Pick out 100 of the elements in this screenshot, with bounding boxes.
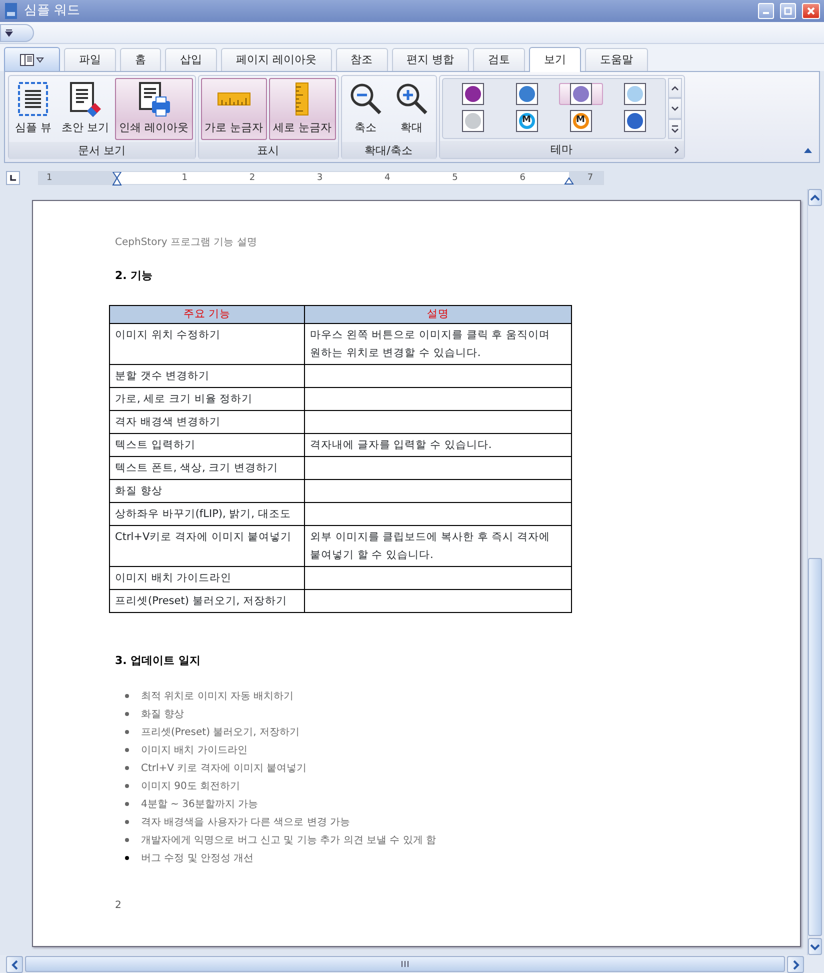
table-cell: 프리셋(Preset) 불러오기, 저장하기 [110, 589, 304, 612]
bullet-icon [125, 820, 129, 824]
ruler-number: 1 [182, 172, 188, 185]
theme-swatch: M [572, 112, 588, 128]
maximize-icon [784, 7, 792, 15]
ribbon-tab[interactable]: 페이지 레이아웃 [221, 48, 332, 71]
close-icon [807, 7, 815, 15]
bullet-icon [125, 748, 129, 752]
table-cell: Ctrl+V키로 격자에 이미지 붙여넣기 [110, 525, 304, 566]
table-cell: 마우스 왼쪽 버튼으로 이미지를 클릭 후 움직이며 원하는 위치로 변경할 수 있습니다. [304, 323, 572, 364]
scroll-right-button[interactable] [787, 956, 804, 973]
ribbon-tab[interactable]: 홈 [120, 48, 161, 71]
group-label: 확대/축소 [342, 142, 436, 158]
ribbon-tab[interactable]: 편지 병합 [392, 48, 469, 71]
ribbon-button[interactable]: 확대 [390, 78, 434, 140]
scroll-down-icon [670, 104, 680, 112]
table-cell: 화질 향상 [110, 479, 304, 502]
collapse-ribbon-icon [803, 146, 813, 154]
ribbon-tab[interactable]: 참조 [336, 48, 388, 71]
table-cell: 텍스트 입력하기 [110, 433, 304, 456]
bullet-icon [125, 766, 129, 770]
scrollbar-thumb[interactable] [808, 558, 822, 936]
ruler-number: 5 [452, 172, 458, 185]
page-number: 2 [115, 899, 122, 913]
dropdown-icon [5, 28, 13, 36]
ribbon-tab[interactable]: 보기 [529, 47, 581, 72]
panel-icon [20, 54, 34, 66]
ribbon-button[interactable]: 초안 보기 [58, 78, 113, 140]
app-icon [4, 3, 18, 19]
gallery-more-button[interactable] [668, 118, 682, 139]
group-label: 테마 [550, 142, 572, 158]
app-menu-button[interactable] [4, 47, 60, 71]
ribbon-tab[interactable]: 파일 [64, 48, 116, 71]
ribbon-button[interactable]: 가로 눈금자 [200, 78, 267, 140]
tab-stop-icon [9, 174, 17, 182]
table-cell: 분할 갯수 변경하기 [110, 364, 304, 387]
table-cell: 가로, 세로 크기 비율 정하기 [110, 387, 304, 410]
tab-stop-button[interactable] [6, 171, 20, 185]
scroll-left-button[interactable] [6, 956, 23, 973]
bullet-icon [125, 730, 129, 734]
bullet-icon [125, 856, 129, 860]
table-cell: 격자 배경색 변경하기 [110, 410, 304, 433]
page-eraser-icon [67, 81, 104, 117]
column-header: 설명 [304, 305, 572, 323]
list-item: 화질 향상 [141, 708, 184, 722]
caret-icon [36, 56, 44, 62]
gallery-up-button[interactable] [668, 78, 682, 98]
scroll-down-button[interactable] [808, 938, 822, 955]
gallery-down-button[interactable] [668, 98, 682, 119]
ribbon-button[interactable]: 축소 [344, 78, 388, 140]
scroll-up-icon [670, 84, 680, 92]
ribbon-tab[interactable]: 검토 [473, 48, 525, 71]
ruler-number: 3 [316, 172, 323, 185]
ribbon-button[interactable]: 세로 눈금자 [269, 78, 336, 140]
more-icon [670, 124, 680, 133]
quick-access-button[interactable] [0, 24, 34, 42]
section-heading: 2. 기능 [115, 268, 154, 284]
theme-swatch: M [518, 112, 534, 128]
ribbon-button[interactable]: 인쇄 레이아웃 [115, 78, 192, 140]
bullet-icon [125, 802, 129, 806]
close-button[interactable] [802, 3, 820, 19]
scrollbar-thumb[interactable] [25, 956, 785, 972]
group-label: 표시 [198, 142, 338, 158]
table-cell: 텍스트 폰트, 색상, 크기 변경하기 [110, 456, 304, 479]
ribbon-tab[interactable]: 삽입 [165, 48, 217, 71]
scroll-left-icon [10, 960, 18, 970]
theme-item[interactable] [558, 83, 602, 105]
table-cell: 이미지 배치 가이드라인 [110, 566, 304, 589]
table-cell: 외부 이미지를 클립보드에 복사한 후 즉시 격자에 붙여넣기 할 수 있습니다. [304, 525, 572, 566]
list-item: 버그 수정 및 안정성 개선 [141, 852, 254, 866]
column-header: 주요 기능 [110, 305, 304, 323]
list-item: Ctrl+V 키로 격자에 이미지 붙여넣기 [141, 762, 307, 776]
ruler-number: 2 [249, 172, 256, 185]
scroll-right-icon [792, 960, 800, 970]
page-header: CephStory 프로그램 기능 설명 [115, 236, 258, 250]
grip-icon [401, 960, 409, 968]
ruler-number: 7 [587, 172, 594, 185]
list-item: 4분할 ~ 36분할까지 가능 [141, 798, 258, 812]
scroll-up-icon [810, 194, 820, 202]
ruler-number: 1 [46, 172, 52, 185]
bullet-icon [125, 838, 129, 842]
bullet-icon [125, 694, 129, 698]
ribbon-tab[interactable]: 도움말 [585, 48, 648, 71]
list-item: 최적 위치로 이미지 자동 배치하기 [141, 690, 294, 704]
scroll-up-button[interactable] [808, 189, 822, 206]
section-heading: 3. 업데이트 일지 [115, 652, 202, 668]
ribbon-button[interactable]: 심플 뷰 [11, 78, 56, 140]
group-label: 문서 보기 [9, 142, 194, 158]
list-item: 프리셋(Preset) 불러오기, 저장하기 [141, 726, 300, 740]
list-item: 이미지 90도 회전하기 [141, 780, 240, 794]
list-item: 이미지 배치 가이드라인 [141, 744, 248, 758]
ruler-number: 6 [520, 172, 526, 185]
table-cell: 상하좌우 바꾸기(fLIP), 밝기, 대조도 [110, 502, 304, 525]
scroll-down-icon [810, 942, 820, 950]
bullet-icon [125, 784, 129, 788]
list-item: 개발자에게 익명으로 버그 신고 및 기능 추가 의견 보낼 수 있게 함 [141, 834, 436, 848]
table-cell: 이미지 위치 수정하기 [110, 323, 304, 364]
window-title: 심플 워드 [24, 2, 80, 20]
ruler-number: 4 [384, 172, 390, 185]
bullet-icon [125, 712, 129, 716]
